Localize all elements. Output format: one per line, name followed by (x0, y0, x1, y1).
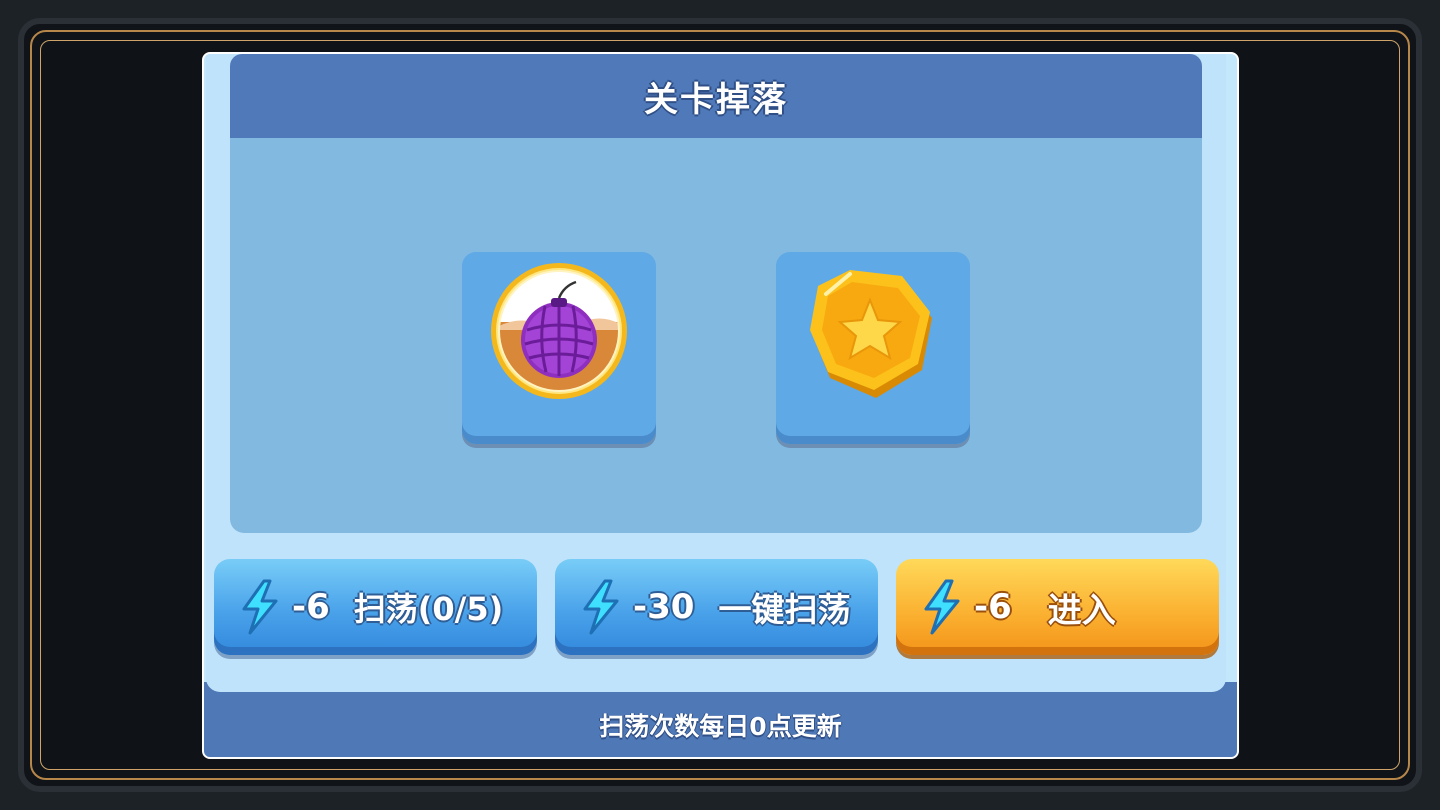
sweep-reset-note: 扫荡次数每日0点更新 (599, 712, 842, 741)
lightning-icon (242, 579, 278, 635)
drop-item-slot[interactable] (462, 252, 656, 444)
sweep-button[interactable]: -6 扫荡(0/5) (214, 559, 537, 655)
energy-cost: -6 (974, 587, 1012, 627)
lightning-icon (924, 579, 960, 635)
purple-bomb-icon (491, 263, 627, 399)
one-click-sweep-button[interactable]: -30 一键扫荡 (555, 559, 878, 655)
energy-cost: -6 (292, 587, 330, 627)
drops-area (230, 138, 1202, 533)
panel-header: 关卡掉落 (230, 54, 1202, 138)
level-drops-panel: 关卡掉落 -6 扫荡(0/5) -30 一键扫荡 -6 进入 扫荡次数每日0点更… (202, 52, 1239, 759)
energy-cost: -30 (633, 587, 695, 627)
enter-button[interactable]: -6 进入 (896, 559, 1219, 655)
action-buttons: -6 扫荡(0/5) -30 一键扫荡 -6 进入 (214, 559, 1219, 657)
drop-item-slot[interactable] (776, 252, 970, 444)
button-label: 一键扫荡 (718, 590, 851, 629)
panel-title: 关卡掉落 (644, 79, 788, 120)
button-label: 扫荡(0/5) (353, 590, 504, 628)
gold-star-coin-icon (810, 270, 932, 398)
button-label: 进入 (1047, 590, 1116, 631)
lightning-icon (583, 579, 619, 635)
